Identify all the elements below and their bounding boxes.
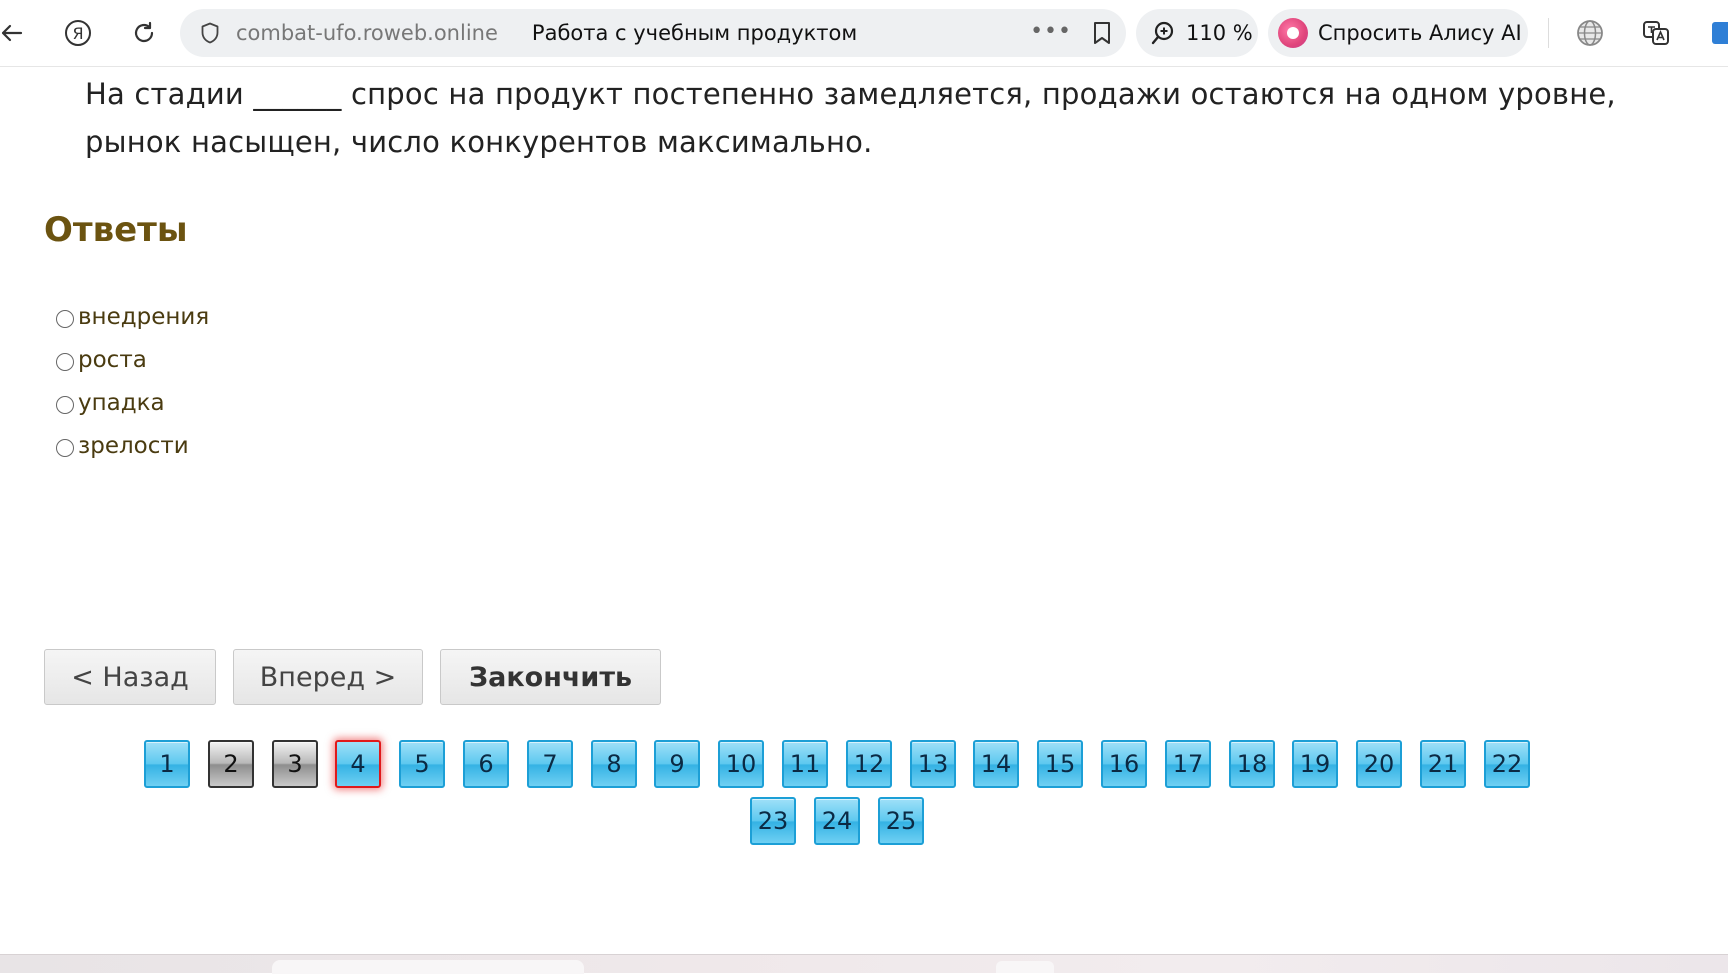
radio-button[interactable] bbox=[56, 310, 74, 328]
globe-icon[interactable] bbox=[1572, 15, 1608, 51]
radio-button[interactable] bbox=[56, 353, 74, 371]
toolbar-divider bbox=[1548, 18, 1549, 48]
page-button-23[interactable]: 23 bbox=[750, 797, 796, 845]
answer-option[interactable]: зрелости bbox=[56, 431, 189, 461]
answer-option[interactable]: внедрения bbox=[56, 302, 209, 332]
answers-heading: Ответы bbox=[44, 210, 188, 250]
zoom-indicator[interactable]: 110 % bbox=[1136, 9, 1258, 57]
page-button-13[interactable]: 13 bbox=[910, 740, 956, 788]
page-button-15[interactable]: 15 bbox=[1037, 740, 1083, 788]
browser-toolbar: Я combat-ufo.roweb.online Работа с учебн… bbox=[0, 0, 1728, 67]
page-button-1[interactable]: 1 bbox=[144, 740, 190, 788]
page-button-4[interactable]: 4 bbox=[335, 740, 381, 788]
page-button-11[interactable]: 11 bbox=[782, 740, 828, 788]
address-page-title[interactable]: Работа с учебным продуктом bbox=[532, 21, 857, 45]
zoom-magnifier-icon bbox=[1150, 20, 1176, 46]
page-button-2[interactable]: 2 bbox=[208, 740, 254, 788]
radio-button[interactable] bbox=[56, 439, 74, 457]
page-button-8[interactable]: 8 bbox=[591, 740, 637, 788]
alice-logo-icon bbox=[1278, 18, 1308, 48]
page-button-24[interactable]: 24 bbox=[814, 797, 860, 845]
answer-label[interactable]: зрелости bbox=[78, 433, 189, 459]
answer-label[interactable]: внедрения bbox=[78, 304, 209, 330]
svg-text:Я: Я bbox=[72, 24, 83, 43]
finish-button[interactable]: Закончить bbox=[440, 649, 661, 705]
zoom-level: 110 % bbox=[1186, 21, 1253, 45]
extension-icon[interactable] bbox=[1712, 20, 1728, 46]
bottom-bar bbox=[0, 954, 1728, 974]
ask-alice-label: Спросить Алису AI bbox=[1318, 21, 1522, 45]
page-button-7[interactable]: 7 bbox=[527, 740, 573, 788]
page-button-21[interactable]: 21 bbox=[1420, 740, 1466, 788]
page-button-6[interactable]: 6 bbox=[463, 740, 509, 788]
shield-icon[interactable] bbox=[198, 21, 222, 45]
page-button-10[interactable]: 10 bbox=[718, 740, 764, 788]
translate-icon[interactable] bbox=[1638, 15, 1674, 51]
forward-button[interactable]: Вперед > bbox=[233, 649, 423, 705]
page-button-14[interactable]: 14 bbox=[973, 740, 1019, 788]
bookmark-icon[interactable] bbox=[1092, 21, 1112, 49]
answer-option[interactable]: упадка bbox=[56, 388, 165, 418]
back-button[interactable]: < Назад bbox=[44, 649, 216, 705]
address-domain[interactable]: combat-ufo.roweb.online bbox=[236, 21, 498, 45]
answer-label[interactable]: роста bbox=[78, 347, 147, 373]
page-button-5[interactable]: 5 bbox=[399, 740, 445, 788]
address-bar[interactable]: combat-ufo.roweb.online Работа с учебным… bbox=[180, 9, 1126, 57]
question-text: На стадии ______ спрос на продукт постеп… bbox=[85, 77, 1616, 159]
taskbar-item[interactable] bbox=[996, 961, 1054, 973]
answer-label[interactable]: упадка bbox=[78, 390, 165, 416]
ask-alice-button[interactable]: Спросить Алису AI bbox=[1268, 9, 1528, 57]
page-button-18[interactable]: 18 bbox=[1229, 740, 1275, 788]
page-button-25[interactable]: 25 bbox=[878, 797, 924, 845]
page-button-16[interactable]: 16 bbox=[1101, 740, 1147, 788]
page-button-17[interactable]: 17 bbox=[1165, 740, 1211, 788]
page-button-9[interactable]: 9 bbox=[654, 740, 700, 788]
answer-option[interactable]: роста bbox=[56, 345, 147, 375]
back-arrow-icon[interactable] bbox=[0, 15, 30, 51]
yandex-logo-icon[interactable]: Я bbox=[60, 15, 96, 51]
page-button-3[interactable]: 3 bbox=[272, 740, 318, 788]
radio-button[interactable] bbox=[56, 396, 74, 414]
page-button-19[interactable]: 19 bbox=[1292, 740, 1338, 788]
page-button-22[interactable]: 22 bbox=[1484, 740, 1530, 788]
reload-icon[interactable] bbox=[126, 15, 162, 51]
page-button-12[interactable]: 12 bbox=[846, 740, 892, 788]
more-dots-icon[interactable]: ••• bbox=[1030, 19, 1072, 44]
page-button-20[interactable]: 20 bbox=[1356, 740, 1402, 788]
